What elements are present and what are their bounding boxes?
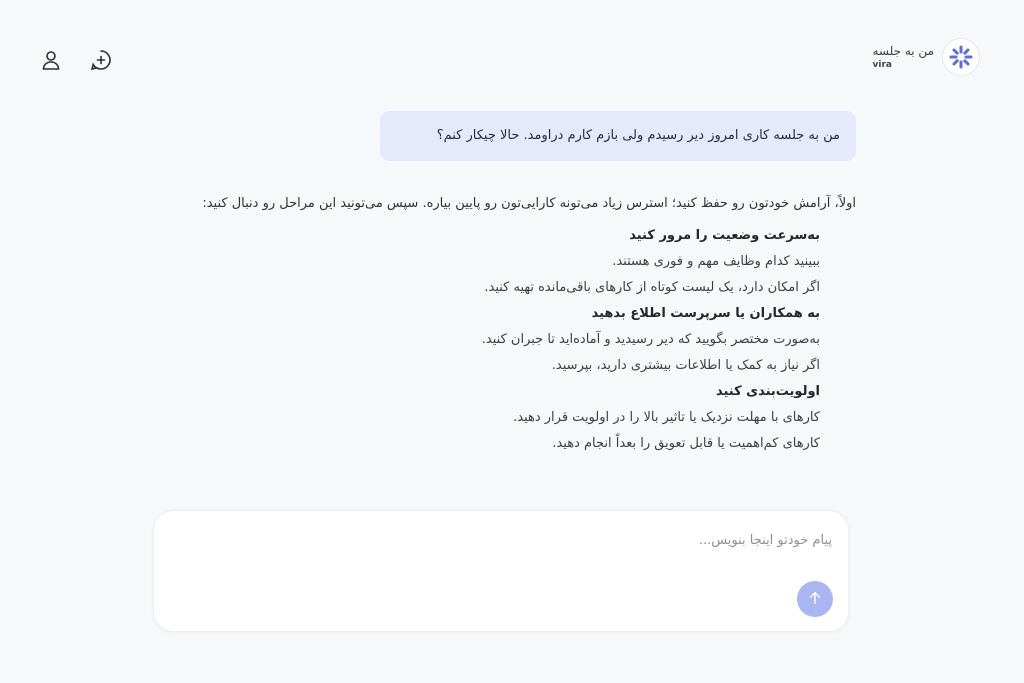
assistant-message: اولاً، آرامش خودتون رو حفظ کنید؛ استرس ز… xyxy=(150,191,856,457)
brand-title: من به جلسه xyxy=(872,44,935,58)
user-icon xyxy=(39,48,63,75)
send-button[interactable] xyxy=(797,581,833,617)
step-line: اگر امکان دارد، یک لیست کوتاه از کارهای … xyxy=(484,280,820,295)
chat-plus-icon xyxy=(89,48,113,75)
header-actions xyxy=(36,46,116,76)
message-input[interactable] xyxy=(192,525,832,555)
vira-logo-icon xyxy=(942,38,980,76)
step-line: اگر نیاز به کمک یا اطلاعات بیشتری دارید،… xyxy=(551,358,820,373)
assistant-steps: به‌سرعت وضعیت را مرور کنید ببینید کدام و… xyxy=(150,223,856,457)
chat-app: من به جلسه vira من به جلسه کاری امروز دی… xyxy=(0,0,1024,683)
user-message: من به جلسه کاری امروز دیر رسیدم ولی بازم… xyxy=(380,111,856,161)
step-title: اولویت‌بندی کنید xyxy=(715,384,820,399)
new-chat-button[interactable] xyxy=(86,46,116,76)
brand-subtitle: vira xyxy=(872,60,892,70)
step-line: کارهای کم‌اهمیت یا قابل تعویق را بعداً ا… xyxy=(552,436,820,451)
step-line: به‌صورت مختصر بگویید که دیر رسیدید و آما… xyxy=(481,332,820,347)
step-line: ببینید کدام وظایف مهم و فوری هستند. xyxy=(612,254,820,269)
profile-button[interactable] xyxy=(36,46,66,76)
step-title: به همکاران یا سرپرست اطلاع بدهید xyxy=(591,306,820,321)
chat-messages[interactable]: من به جلسه کاری امروز دیر رسیدم ولی بازم… xyxy=(150,98,856,500)
message-composer xyxy=(153,510,849,632)
assistant-intro: اولاً، آرامش خودتون رو حفظ کنید؛ استرس ز… xyxy=(202,196,856,211)
step-line: کارهای با مهلت نزدیک یا تاثیر بالا را در… xyxy=(513,410,820,425)
arrow-up-icon xyxy=(806,589,824,610)
step-title: به‌سرعت وضعیت را مرور کنید xyxy=(629,228,820,243)
brand-text: من به جلسه vira xyxy=(873,43,935,71)
brand: من به جلسه vira xyxy=(873,38,980,76)
